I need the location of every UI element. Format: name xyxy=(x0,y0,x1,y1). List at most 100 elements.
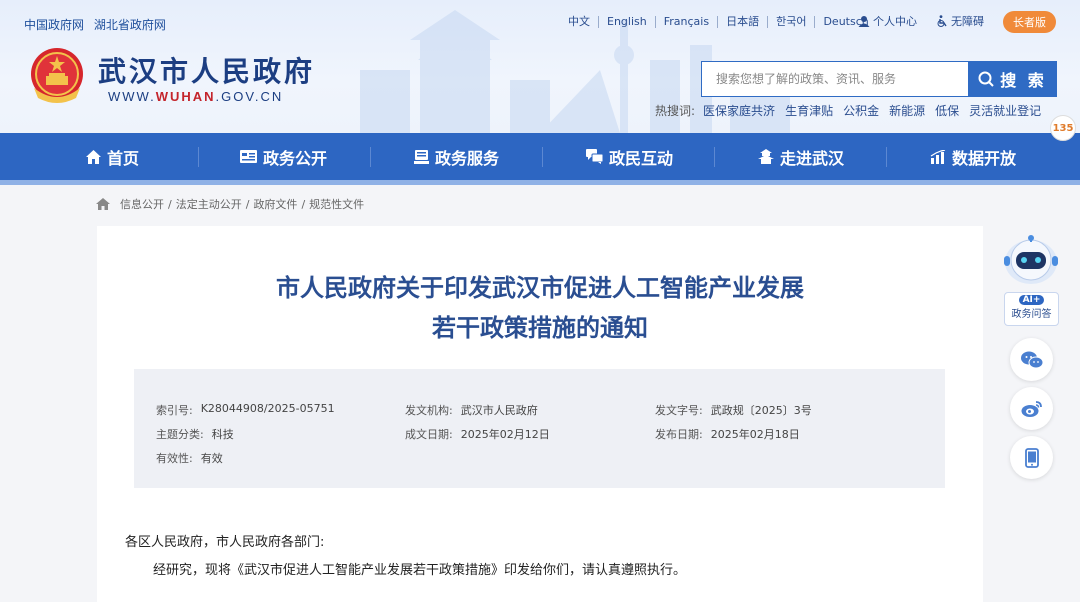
meta-category: 主题分类: 科技 xyxy=(156,426,234,442)
search-icon xyxy=(978,71,994,87)
hot-term[interactable]: 生育津贴 xyxy=(785,102,833,119)
document-icon xyxy=(240,150,257,163)
breadcrumb-separator: / xyxy=(301,197,306,211)
nav-visit-wuhan-label: 走进武汉 xyxy=(780,148,845,168)
home-icon[interactable] xyxy=(96,198,110,210)
lang-korean[interactable]: 한국어 xyxy=(768,16,816,28)
meta-value: 2025年02月12日 xyxy=(460,428,550,441)
nav-underline xyxy=(0,180,1080,185)
site-url-domain: WUHAN xyxy=(155,89,216,104)
article-body: 经研究，现将《武汉市促进人工智能产业发展若干政策措施》印发给你们，请认真遵照执行… xyxy=(153,563,687,578)
document-metadata: 索引号: K28044908/2025-05751 发文机构: 武汉市人民政府 … xyxy=(134,369,945,488)
meta-value: 武政规〔2025〕3号 xyxy=(710,404,812,417)
search-button-label: 搜 索 xyxy=(1000,71,1047,90)
meta-value: 有效 xyxy=(200,452,223,465)
user-icon xyxy=(858,16,870,27)
link-gov-cn[interactable]: 中国政府网 xyxy=(24,18,84,32)
nav-divider xyxy=(198,147,199,167)
user-center-label: 个人中心 xyxy=(873,15,917,28)
nav-divider xyxy=(714,147,715,167)
ai-qa-button[interactable]: AI+ 政务问答 xyxy=(1004,292,1059,326)
chat-icon xyxy=(586,149,603,164)
hot-term[interactable]: 公积金 xyxy=(843,102,879,119)
meta-label: 有效性: xyxy=(156,452,193,465)
weibo-icon xyxy=(1021,400,1042,417)
search-button[interactable]: 搜 索 xyxy=(968,61,1057,97)
hot-term[interactable]: 低保 xyxy=(935,102,959,119)
hot-term[interactable]: 灵活就业登记 xyxy=(969,102,1041,119)
meta-issuer: 发文机构: 武汉市人民政府 xyxy=(405,402,538,418)
nav-divider xyxy=(886,147,887,167)
meta-value: 2025年02月18日 xyxy=(710,428,800,441)
site-url-suffix: .GOV.CN xyxy=(215,89,284,104)
wechat-button[interactable] xyxy=(1010,338,1053,381)
article-addressee: 各区人民政府，市人民政府各部门: xyxy=(125,535,325,550)
site-title[interactable]: 武汉市人民政府 xyxy=(98,50,315,90)
link-hubei-gov[interactable]: 湖北省政府网 xyxy=(94,18,166,32)
site-url: WWW.WUHAN.GOV.CN xyxy=(108,89,283,104)
meta-published-date: 发布日期: 2025年02月18日 xyxy=(655,426,800,442)
meta-value: 科技 xyxy=(211,428,234,441)
chart-icon xyxy=(930,149,946,164)
meta-label: 发文机构: xyxy=(405,404,453,417)
meta-label: 索引号: xyxy=(156,404,193,417)
meta-created-date: 成文日期: 2025年02月12日 xyxy=(405,426,550,442)
user-center-link[interactable]: 个人中心 xyxy=(858,13,917,29)
article-title: 市人民政府关于印发武汉市促进人工智能产业发展若干政策措施的通知 xyxy=(276,274,804,342)
hot-term[interactable]: 医保家庭共济 xyxy=(703,102,775,119)
mobile-phone-icon xyxy=(1024,447,1039,468)
accessibility-link[interactable]: 无障碍 xyxy=(936,13,984,29)
national-emblem-icon xyxy=(31,48,83,103)
nav-gov-affairs-label: 政务公开 xyxy=(263,148,328,168)
nav-divider xyxy=(542,147,543,167)
main-nav: 首页 政务公开 政务服务 政民互动 走进武汉 数据开放 xyxy=(0,133,1080,180)
nav-visit-wuhan[interactable]: 走进武汉 xyxy=(758,133,844,180)
nav-gov-services[interactable]: 政务服务 xyxy=(414,133,499,180)
hot-search-label: 热搜词: xyxy=(655,104,696,118)
breadcrumb-item[interactable]: 信息公开 xyxy=(120,196,164,212)
lang-chinese[interactable]: 中文 xyxy=(560,16,599,28)
breadcrumb-item[interactable]: 政府文件 xyxy=(253,196,297,212)
service-icon xyxy=(414,149,429,164)
site-url-prefix: WWW. xyxy=(108,89,156,104)
nav-open-data[interactable]: 数据开放 xyxy=(930,133,1016,180)
weibo-button[interactable] xyxy=(1010,387,1053,430)
mobile-app-button[interactable] xyxy=(1010,436,1053,479)
meta-validity: 有效性: 有效 xyxy=(156,450,223,466)
nav-home-label: 首页 xyxy=(107,148,140,168)
elder-mode-button[interactable]: 长者版 xyxy=(1003,11,1056,33)
ai-robot-icon[interactable] xyxy=(1000,232,1062,292)
meta-label: 成文日期: xyxy=(405,428,453,441)
nav-gov-affairs[interactable]: 政务公开 xyxy=(240,133,327,180)
lang-french[interactable]: Français xyxy=(656,16,719,28)
search-input[interactable]: 搜索您想了解的政策、资讯、服务 xyxy=(701,61,969,97)
lang-japanese[interactable]: 日本語 xyxy=(718,16,769,28)
article-card: 市人民政府关于印发武汉市促进人工智能产业发展若干政策措施的通知 索引号: K28… xyxy=(97,226,983,602)
nav-home[interactable]: 首页 xyxy=(86,133,139,180)
accessibility-label: 无障碍 xyxy=(951,15,984,28)
language-bar: 中文 English Français 日本語 한국어 Deutsch xyxy=(560,14,877,30)
hot-search-bar: 热搜词: 医保家庭共济 生育津贴 公积金 新能源 低保 灵活就业登记 xyxy=(655,102,1041,119)
breadcrumb-separator: / xyxy=(168,197,172,211)
site-header: 中国政府网 湖北省政府网 中文 English Français 日本語 한국어… xyxy=(0,0,1080,133)
meta-label: 主题分类: xyxy=(156,428,204,441)
breadcrumb-separator: / xyxy=(245,197,250,211)
meta-value: K28044908/2025-05751 xyxy=(200,402,335,415)
breadcrumb: 信息公开 / 法定主动公开 / 政府文件 / 规范性文件 xyxy=(96,196,364,212)
hot-term[interactable]: 新能源 xyxy=(889,102,925,119)
nav-interaction-label: 政民互动 xyxy=(609,148,674,168)
home-icon xyxy=(86,149,101,164)
meta-docno: 发文字号: 武政规〔2025〕3号 xyxy=(655,402,812,418)
top-left-links: 中国政府网 湖北省政府网 xyxy=(24,16,172,33)
nav-gov-services-label: 政务服务 xyxy=(435,148,500,168)
nav-interaction[interactable]: 政民互动 xyxy=(586,133,673,180)
ai-tag: AI+ xyxy=(1018,295,1045,305)
wechat-icon xyxy=(1020,351,1043,368)
lang-english[interactable]: English xyxy=(599,16,656,28)
party-badge[interactable]: 135 xyxy=(1050,115,1076,141)
breadcrumb-item[interactable]: 法定主动公开 xyxy=(176,196,242,212)
ai-qa-label: 政务问答 xyxy=(1011,309,1052,320)
meta-label: 发文字号: xyxy=(655,404,703,417)
breadcrumb-item[interactable]: 规范性文件 xyxy=(309,196,364,212)
pagoda-icon xyxy=(758,149,774,164)
